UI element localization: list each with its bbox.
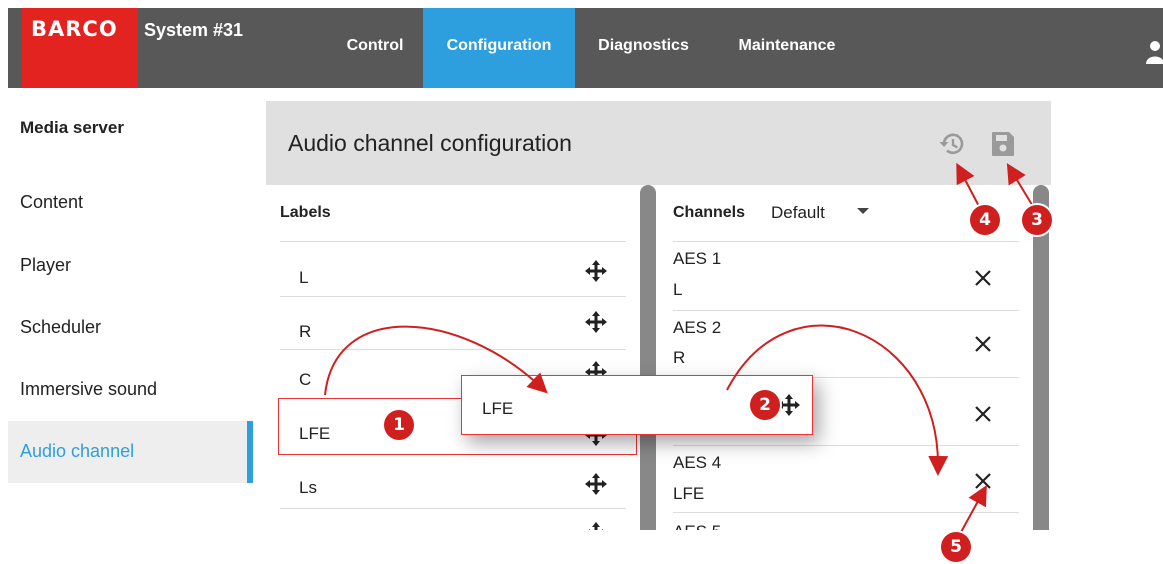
label-item-r[interactable]: R	[299, 322, 311, 342]
callout-badge-3: 3	[1022, 205, 1052, 235]
sidebar-item-immersive-sound[interactable]: Immersive sound	[20, 379, 157, 400]
divider	[280, 508, 626, 509]
label-item-c[interactable]: C	[299, 370, 311, 390]
label-item-l[interactable]: L	[299, 268, 308, 288]
divider	[673, 310, 1019, 311]
tab-diagnostics[interactable]: Diagnostics	[575, 8, 712, 88]
tab-configuration[interactable]: Configuration	[423, 8, 575, 88]
close-icon[interactable]	[974, 335, 992, 353]
callout-badge-1: 1	[384, 410, 414, 440]
tab-maintenance[interactable]: Maintenance	[712, 8, 862, 88]
close-icon[interactable]	[974, 472, 992, 490]
close-icon[interactable]	[974, 269, 992, 287]
callout-badge-4: 4	[970, 205, 1000, 235]
page-bottom	[253, 530, 1163, 564]
divider	[280, 349, 626, 350]
panel-title: Audio channel configuration	[288, 130, 572, 156]
divider	[280, 296, 626, 297]
channels-scrollbar[interactable]	[1033, 185, 1049, 530]
move-icon[interactable]	[585, 260, 607, 282]
channel-preset-select[interactable]: Default	[771, 203, 825, 223]
drag-ghost-label: LFE	[482, 399, 514, 418]
channel-name: AES 2	[673, 318, 722, 337]
sidebar-item-scheduler[interactable]: Scheduler	[20, 317, 101, 338]
tab-label: Configuration	[446, 37, 552, 54]
sidebar-active-indicator	[247, 421, 253, 483]
move-icon	[778, 394, 800, 416]
sidebar-item-audio-channel[interactable]: Audio channel	[20, 441, 134, 462]
barco-logo: BARCO	[22, 8, 138, 88]
channel-label: LFE	[673, 484, 705, 503]
user-icon[interactable]	[1146, 40, 1163, 64]
channels-header: Channels	[673, 204, 746, 221]
sidebar-heading-media-server[interactable]: Media server	[20, 118, 124, 138]
sidebar-item-content[interactable]: Content	[20, 192, 83, 213]
tab-control[interactable]: Control	[327, 8, 423, 88]
divider	[280, 241, 626, 242]
chevron-down-icon[interactable]	[857, 208, 869, 214]
logo-text: BARCO	[31, 17, 118, 41]
sidebar-item-player[interactable]: Player	[20, 255, 71, 276]
tab-label: Maintenance	[738, 37, 836, 54]
labels-column	[266, 185, 638, 530]
callout-badge-5: 5	[941, 532, 971, 562]
move-icon[interactable]	[585, 473, 607, 495]
system-name: System #31	[144, 20, 244, 40]
label-item-ls[interactable]: Ls	[299, 478, 317, 498]
labels-scrollbar[interactable]	[640, 185, 656, 530]
channel-label: R	[673, 348, 686, 367]
divider	[673, 445, 1019, 446]
tab-label: Diagnostics	[598, 37, 689, 54]
channel-label: L	[673, 280, 683, 299]
save-icon[interactable]	[991, 131, 1015, 157]
channel-name: AES 1	[673, 249, 722, 268]
callout-badge-2: 2	[750, 390, 780, 420]
divider	[673, 241, 1019, 242]
history-icon[interactable]	[938, 130, 966, 158]
tab-label: Control	[346, 37, 404, 54]
close-icon[interactable]	[974, 405, 992, 423]
channel-name: AES 4	[673, 453, 722, 472]
labels-header: Labels	[280, 204, 331, 221]
divider	[673, 512, 1019, 513]
move-icon[interactable]	[585, 311, 607, 333]
